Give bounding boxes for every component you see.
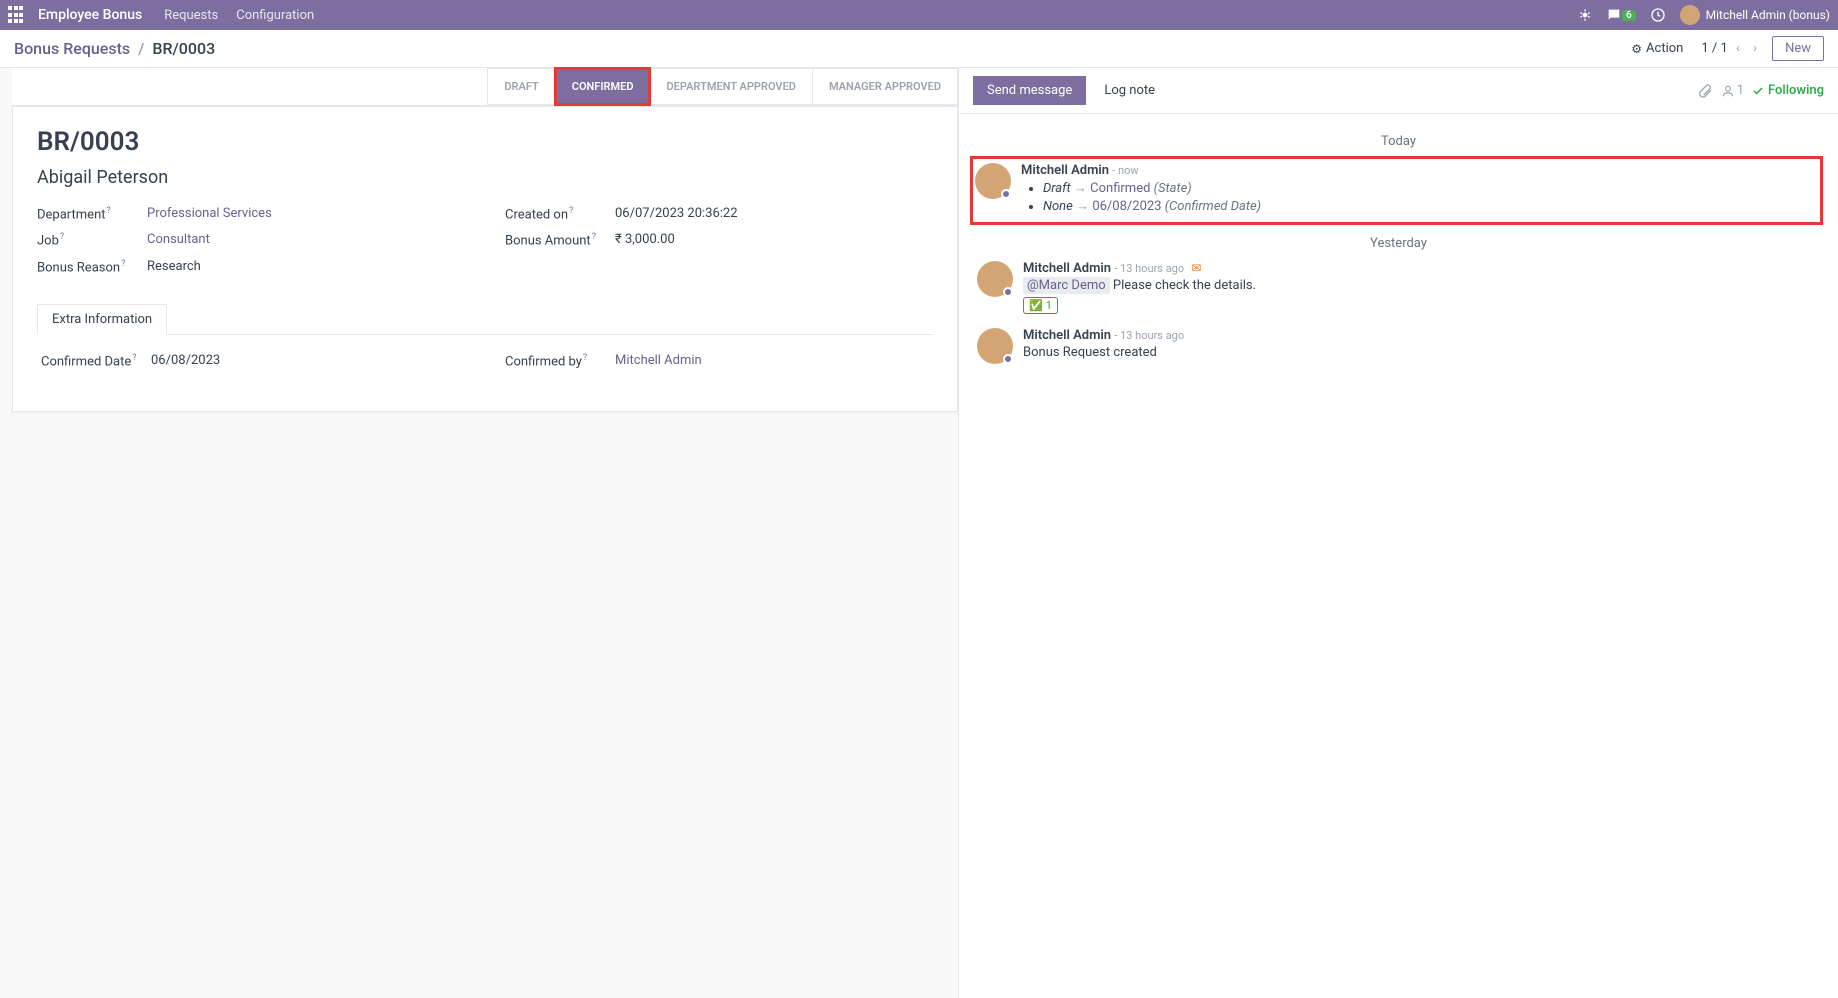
status-confirmed[interactable]: CONFIRMED xyxy=(555,68,650,105)
label-reason: Bonus Reason xyxy=(37,260,120,275)
help-icon[interactable]: ? xyxy=(583,353,587,363)
help-icon[interactable]: ? xyxy=(60,232,64,242)
value-amount: ₹ 3,000.00 xyxy=(615,232,675,248)
message-mention: Mitchell Admin - 13 hours ago ✉ @Marc De… xyxy=(977,261,1820,314)
breadcrumb-root[interactable]: Bonus Requests xyxy=(14,39,130,58)
nav-configuration[interactable]: Configuration xyxy=(236,8,314,23)
status-manager-approved[interactable]: MANAGER APPROVED xyxy=(812,68,958,105)
debug-icon[interactable] xyxy=(1578,8,1592,22)
breadcrumb: Bonus Requests / BR/0003 xyxy=(14,39,215,58)
nav-requests[interactable]: Requests xyxy=(164,8,218,23)
value-reason: Research xyxy=(147,259,201,275)
app-brand: Employee Bonus xyxy=(38,7,142,23)
form-sheet: BR/0003 Abigail Peterson Department? Pro… xyxy=(12,106,958,412)
pager-next[interactable]: › xyxy=(1748,41,1762,56)
avatar-icon xyxy=(977,328,1013,364)
value-confirmed-by[interactable]: Mitchell Admin xyxy=(615,353,702,369)
field-label: (Confirmed Date) xyxy=(1165,199,1261,214)
chatter: Send message Log note 1 Following Today xyxy=(958,68,1838,998)
label-amount: Bonus Amount xyxy=(505,234,591,249)
avatar-icon xyxy=(1680,5,1700,25)
record-title: BR/0003 xyxy=(37,127,933,157)
topbar: Employee Bonus Requests Configuration 6 … xyxy=(0,0,1838,30)
help-icon[interactable]: ? xyxy=(569,206,573,216)
mention[interactable]: @Marc Demo xyxy=(1023,277,1110,294)
message-created: Mitchell Admin - 13 hours ago Bonus Requ… xyxy=(977,328,1820,364)
msg-author[interactable]: Mitchell Admin xyxy=(1021,163,1109,178)
msg-text: Bonus Request created xyxy=(1023,345,1157,360)
new-state: Confirmed xyxy=(1090,181,1150,196)
value-confirmed-date: 06/08/2023 xyxy=(151,353,220,369)
gear-icon: ⚙ xyxy=(1631,42,1642,56)
messaging-badge: 6 xyxy=(1622,10,1636,21)
old-confirmed-date: None xyxy=(1043,199,1073,214)
msg-text: Please check the details. xyxy=(1113,278,1256,293)
action-menu[interactable]: ⚙ Action xyxy=(1631,41,1683,56)
msg-author[interactable]: Mitchell Admin xyxy=(1023,261,1111,276)
field-label: (State) xyxy=(1154,181,1192,196)
attachment-icon[interactable] xyxy=(1697,83,1713,99)
new-confirmed-date: 06/08/2023 xyxy=(1092,199,1161,214)
messaging-icon[interactable]: 6 xyxy=(1606,7,1636,23)
status-draft[interactable]: DRAFT xyxy=(487,68,554,105)
value-job[interactable]: Consultant xyxy=(147,232,210,248)
pager: 1 / 1 ‹ › xyxy=(1701,41,1762,56)
email-icon[interactable]: ✉ xyxy=(1191,261,1201,275)
old-state: Draft xyxy=(1043,181,1071,196)
status-dept-approved[interactable]: DEPARTMENT APPROVED xyxy=(650,68,812,105)
activities-icon[interactable] xyxy=(1650,7,1666,23)
label-created: Created on xyxy=(505,207,568,222)
value-created: 06/07/2023 20:36:22 xyxy=(615,206,738,222)
label-confirmed-by: Confirmed by xyxy=(505,354,582,369)
label-confirmed-date: Confirmed Date xyxy=(41,354,131,369)
user-menu[interactable]: Mitchell Admin (bonus) xyxy=(1680,5,1830,25)
msg-time: - 13 hours ago xyxy=(1114,329,1184,342)
msg-author[interactable]: Mitchell Admin xyxy=(1023,328,1111,343)
msg-time: - 13 hours ago xyxy=(1114,262,1184,275)
followers-count[interactable]: 1 xyxy=(1721,83,1744,98)
msg-time: - now xyxy=(1112,164,1138,177)
label-department: Department xyxy=(37,207,106,222)
help-icon[interactable]: ? xyxy=(592,232,596,242)
send-message-button[interactable]: Send message xyxy=(973,76,1086,105)
day-today: Today xyxy=(977,134,1820,149)
reaction-check[interactable]: ✅ 1 xyxy=(1023,297,1058,314)
help-icon[interactable]: ? xyxy=(107,206,111,216)
apps-menu-icon[interactable] xyxy=(8,6,26,24)
help-icon[interactable]: ? xyxy=(132,353,136,363)
username-label: Mitchell Admin (bonus) xyxy=(1706,8,1830,22)
employee-name: Abigail Peterson xyxy=(37,167,933,188)
action-label: Action xyxy=(1646,41,1683,56)
avatar-icon xyxy=(975,163,1011,199)
avatar-icon xyxy=(977,261,1013,297)
log-note-button[interactable]: Log note xyxy=(1094,76,1165,105)
day-yesterday: Yesterday xyxy=(977,236,1820,251)
value-department[interactable]: Professional Services xyxy=(147,206,272,222)
message-state-change: Mitchell Admin - now Draft → Confirmed (… xyxy=(973,159,1820,222)
pager-text: 1 / 1 xyxy=(1701,41,1727,56)
label-job: Job xyxy=(37,234,59,249)
breadcrumb-current: BR/0003 xyxy=(152,39,215,58)
help-icon[interactable]: ? xyxy=(121,259,125,269)
subheader: Bonus Requests / BR/0003 ⚙ Action 1 / 1 … xyxy=(0,30,1838,68)
following-button[interactable]: Following xyxy=(1752,83,1824,98)
statusbar: DRAFT CONFIRMED DEPARTMENT APPROVED MANA… xyxy=(12,68,958,106)
new-button[interactable]: New xyxy=(1772,36,1824,61)
tab-extra-information[interactable]: Extra Information xyxy=(37,304,167,335)
pager-prev[interactable]: ‹ xyxy=(1731,41,1745,56)
